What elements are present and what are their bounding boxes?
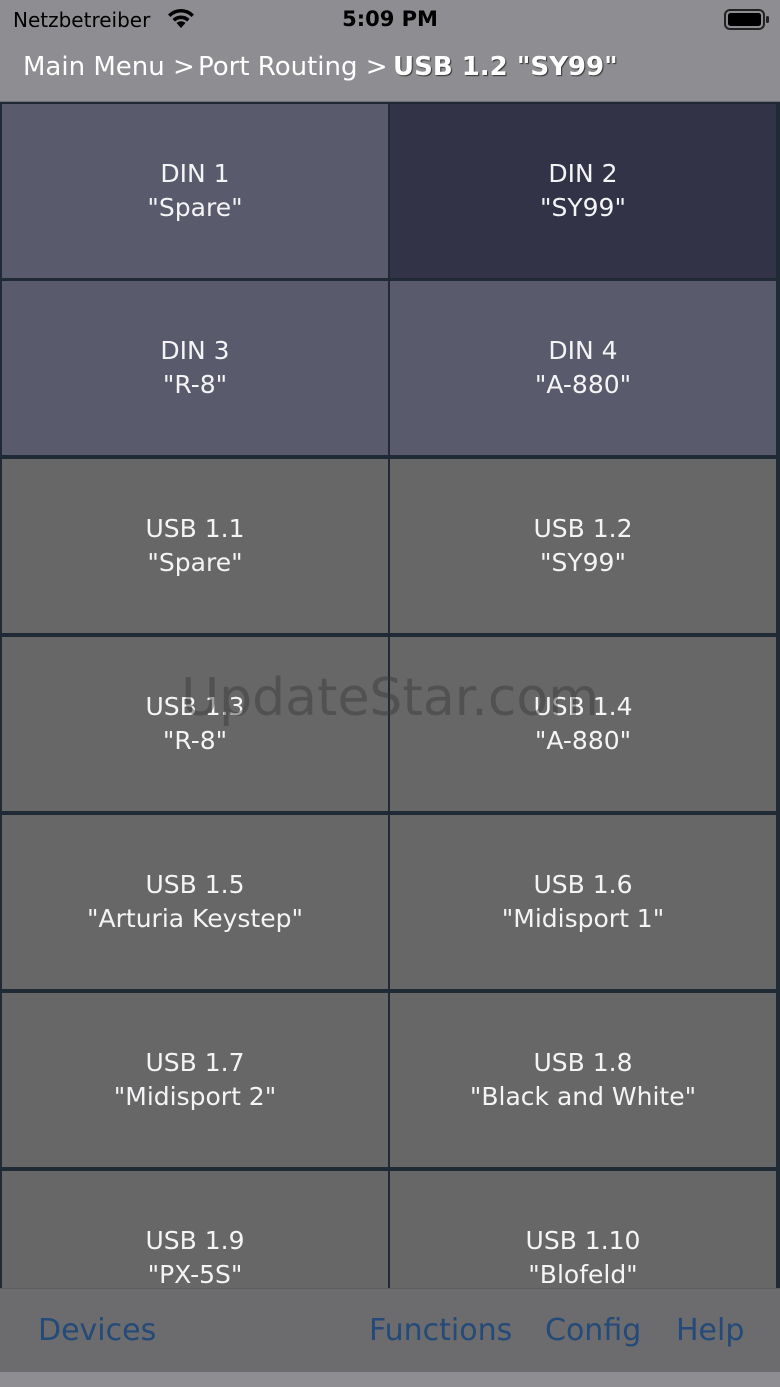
port-button-usb-1-1[interactable]: USB 1.1 "Spare" xyxy=(2,459,388,633)
status-time: 5:09 PM xyxy=(342,7,438,31)
port-button-usb-1-5[interactable]: USB 1.5 "Arturia Keystep" xyxy=(2,815,388,989)
port-device-name: "A-880" xyxy=(534,726,632,755)
port-device-name: "A-880" xyxy=(534,370,632,399)
breadcrumb: Main Menu > Port Routing > USB 1.2 "SY99… xyxy=(0,40,780,102)
port-button-din-2[interactable]: DIN 2 "SY99" xyxy=(390,104,776,278)
port-button-din-1[interactable]: DIN 1 "Spare" xyxy=(2,104,388,278)
breadcrumb-port-routing[interactable]: Port Routing > xyxy=(198,52,388,82)
port-button-usb-1-10[interactable]: USB 1.10 "Blofeld" xyxy=(390,1171,776,1288)
port-device-name: "Spare" xyxy=(147,193,243,222)
port-label: USB 1.7 xyxy=(145,1048,245,1077)
port-button-usb-1-3[interactable]: USB 1.3 "R-8" xyxy=(2,637,388,811)
port-device-name: "Black and White" xyxy=(469,1082,697,1111)
port-label: USB 1.8 xyxy=(533,1048,633,1077)
port-button-din-3[interactable]: DIN 3 "R-8" xyxy=(2,281,388,455)
port-button-usb-1-7[interactable]: USB 1.7 "Midisport 2" xyxy=(2,993,388,1167)
port-label: USB 1.3 xyxy=(145,692,245,721)
port-device-name: "Spare" xyxy=(147,548,243,577)
port-label: USB 1.5 xyxy=(145,870,245,899)
breadcrumb-main-menu[interactable]: Main Menu > xyxy=(23,52,195,82)
status-bar: Netzbetreiber 5:09 PM xyxy=(0,0,780,40)
port-device-name: "Midisport 1" xyxy=(501,904,665,933)
port-device-name: "Arturia Keystep" xyxy=(87,904,303,933)
port-device-name: "Blofeld" xyxy=(528,1260,638,1288)
port-label: USB 1.6 xyxy=(533,870,633,899)
port-button-usb-1-6[interactable]: USB 1.6 "Midisport 1" xyxy=(390,815,776,989)
battery-icon xyxy=(724,9,769,30)
port-device-name: "R-8" xyxy=(162,726,228,755)
bottom-toolbar: Devices Functions Config Help xyxy=(0,1288,780,1372)
port-button-usb-1-4[interactable]: USB 1.4 "A-880" xyxy=(390,637,776,811)
port-button-usb-1-9[interactable]: USB 1.9 "PX-5S" xyxy=(2,1171,388,1288)
port-device-name: "PX-5S" xyxy=(147,1260,243,1288)
port-label: USB 1.9 xyxy=(145,1226,245,1255)
breadcrumb-current-port: USB 1.2 "SY99" xyxy=(393,52,618,82)
port-label: DIN 1 xyxy=(160,159,230,188)
port-label: USB 1.10 xyxy=(525,1226,641,1255)
toolbar-functions-button[interactable]: Functions xyxy=(369,1313,512,1348)
port-label: USB 1.2 xyxy=(533,514,633,543)
port-button-din-4[interactable]: DIN 4 "A-880" xyxy=(390,281,776,455)
port-label: DIN 4 xyxy=(548,336,618,365)
port-device-name: "SY99" xyxy=(540,193,626,222)
port-button-usb-1-8[interactable]: USB 1.8 "Black and White" xyxy=(390,993,776,1167)
toolbar-config-button[interactable]: Config xyxy=(545,1313,641,1348)
port-label: USB 1.4 xyxy=(533,692,633,721)
home-indicator-area xyxy=(0,1372,780,1387)
port-label: USB 1.1 xyxy=(145,514,245,543)
toolbar-help-button[interactable]: Help xyxy=(676,1313,744,1348)
port-grid: DIN 1 "Spare" DIN 2 "SY99" DIN 3 "R-8" D… xyxy=(0,102,780,1288)
port-device-name: "R-8" xyxy=(162,370,228,399)
port-label: DIN 2 xyxy=(548,159,618,188)
toolbar-devices-button[interactable]: Devices xyxy=(38,1313,156,1348)
port-button-usb-1-2[interactable]: USB 1.2 "SY99" xyxy=(390,459,776,633)
port-device-name: "Midisport 2" xyxy=(113,1082,277,1111)
port-label: DIN 3 xyxy=(160,336,230,365)
port-device-name: "SY99" xyxy=(540,548,626,577)
